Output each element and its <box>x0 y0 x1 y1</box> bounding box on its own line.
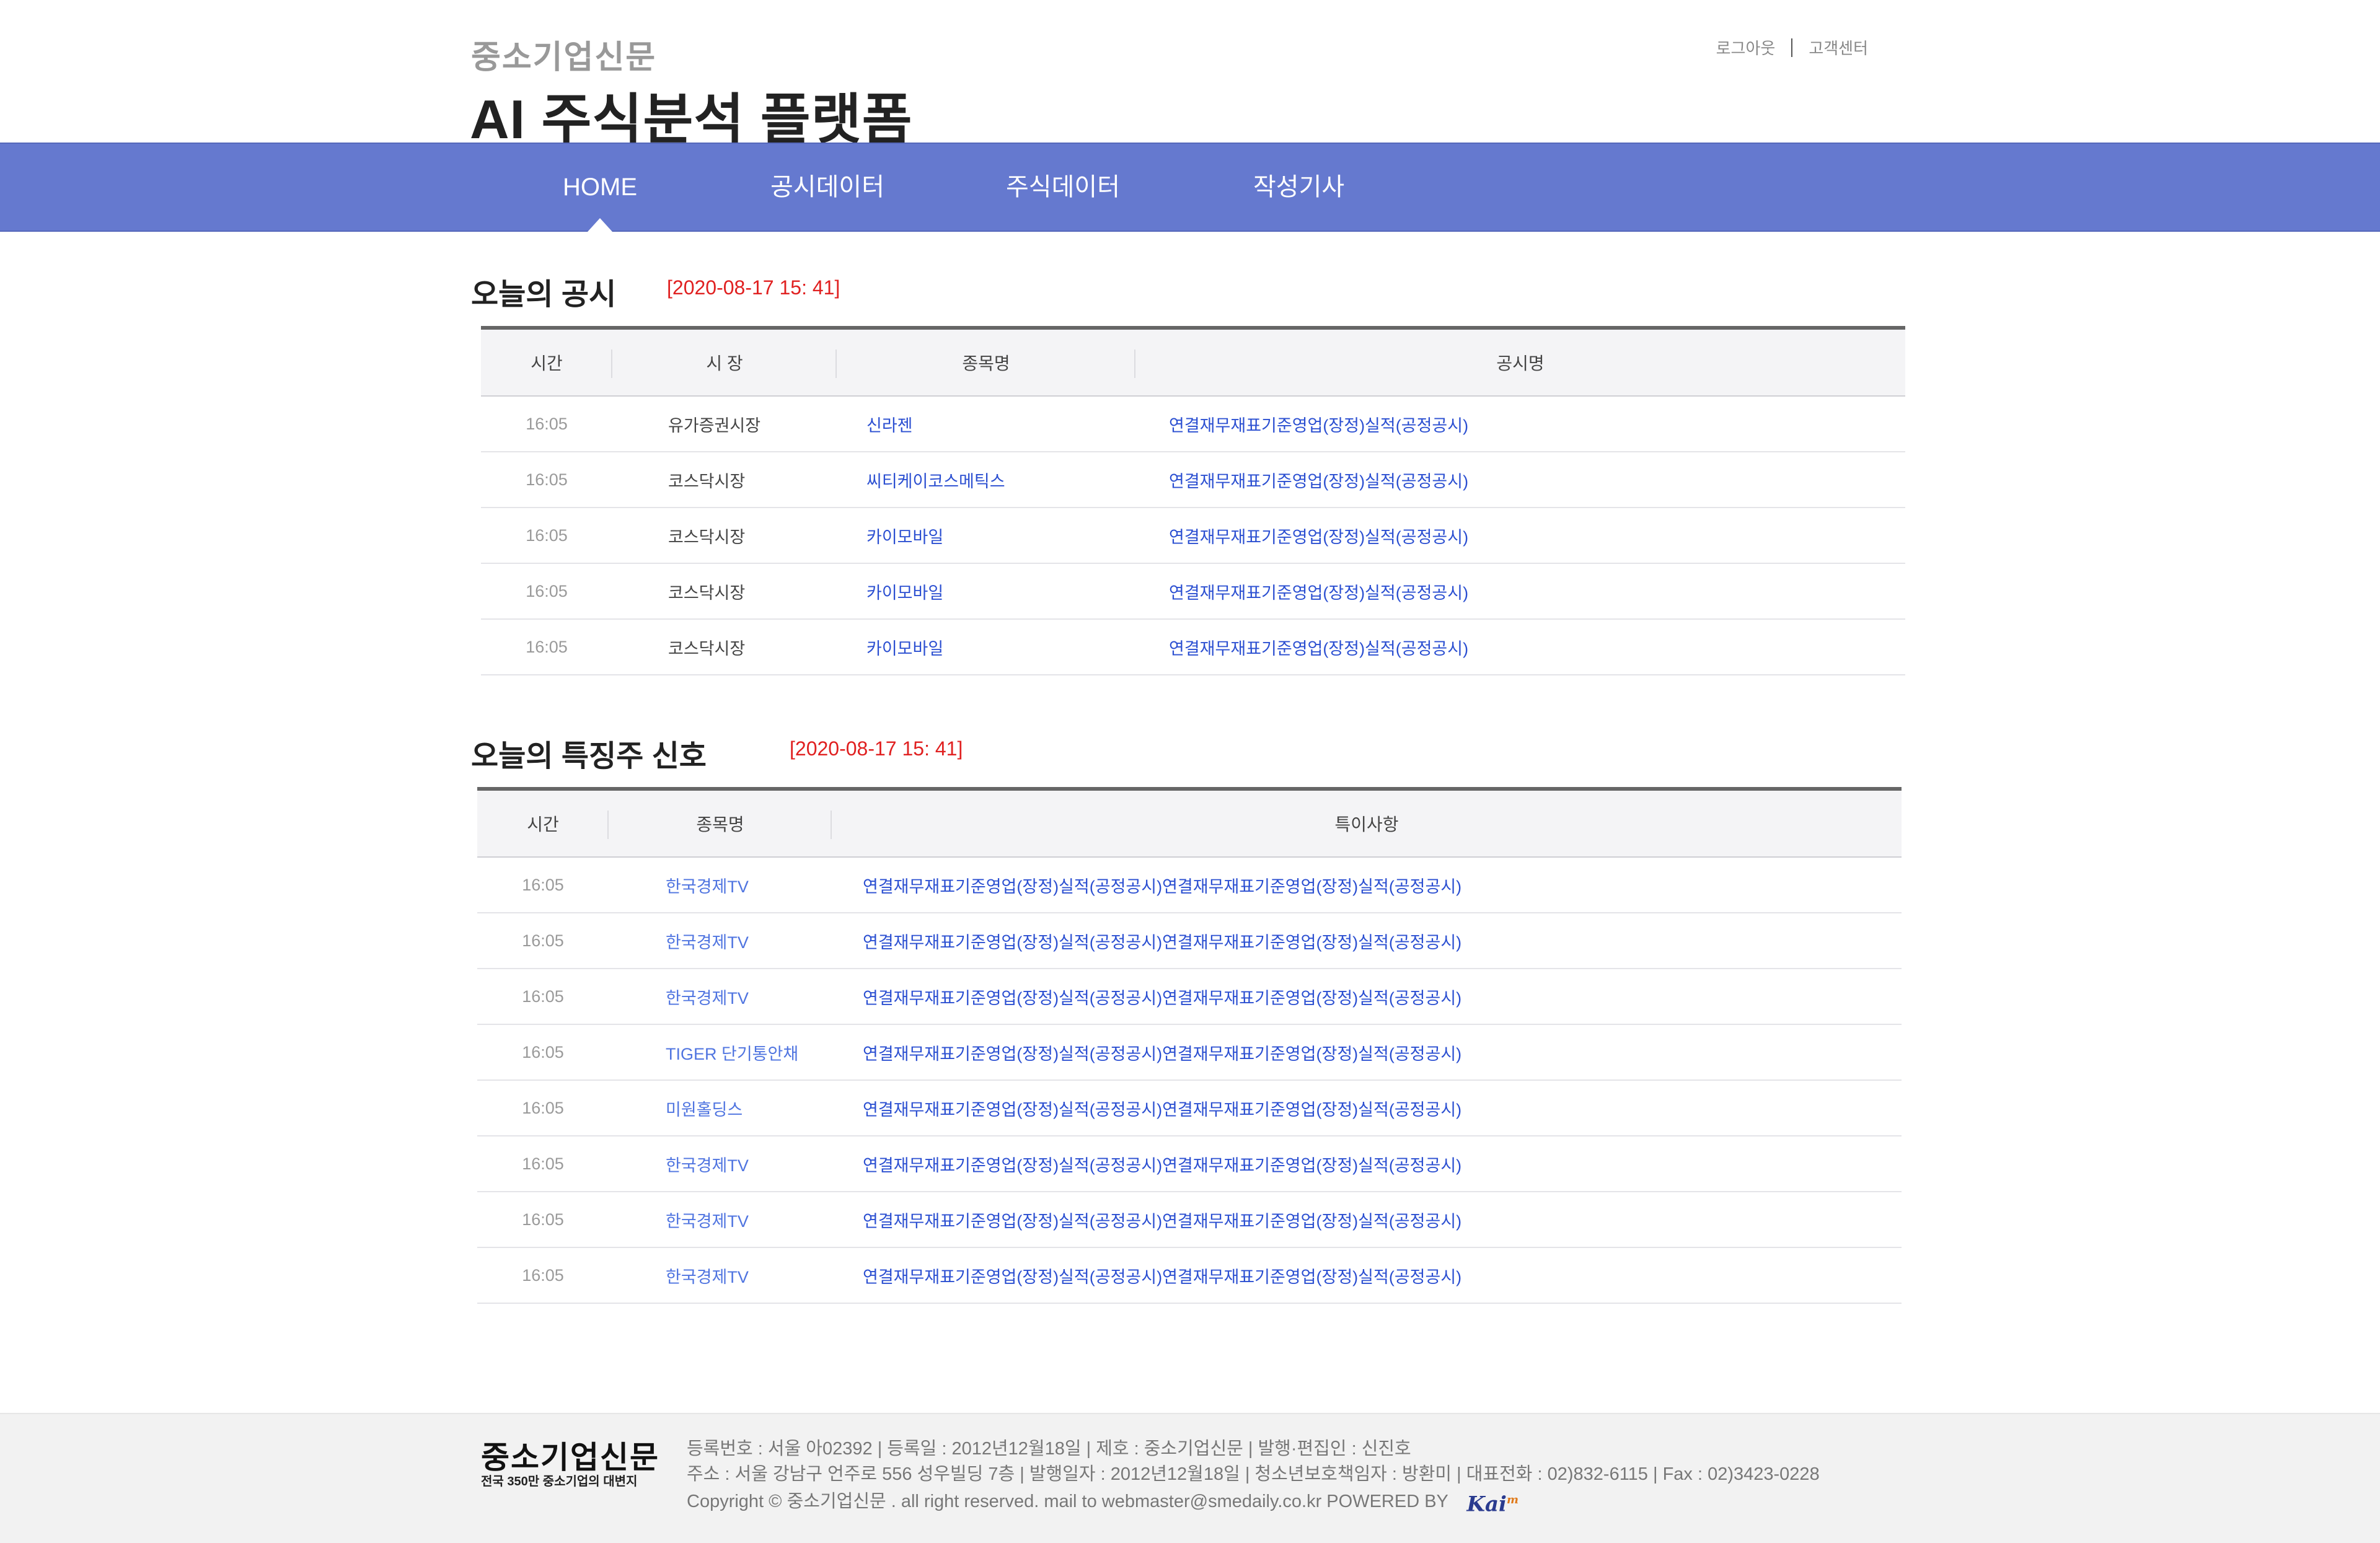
footer-tagline: 전국 350만 중소기업의 대변지 <box>481 1475 638 1488</box>
cell-note[interactable]: 연결재무재표기준영업(장정)실적(공정공시)연결재무재표기준영업(장정)실적(공… <box>832 1024 1902 1081</box>
cell-note[interactable]: 연결재무재표기준영업(장정)실적(공정공시)연결재무재표기준영업(장정)실적(공… <box>832 969 1902 1025</box>
footer-copyright: Copyright © 중소기업신문 . all right reserved.… <box>687 1487 1820 1517</box>
table-row[interactable]: 16:05 코스닥시장 카이모바일 연결재무재표기준영업(장정)실적(공정공시) <box>481 563 1905 620</box>
cell-market: 코스닥시장 <box>612 508 837 564</box>
table-header-row: 시간 종목명 특이사항 <box>477 789 1902 858</box>
cell-time: 16:05 <box>481 508 612 564</box>
cell-time: 16:05 <box>477 857 609 913</box>
table-row[interactable]: 16:05 한국경제TV 연결재무재표기준영업(장정)실적(공정공시)연결재무재… <box>477 913 1902 969</box>
cell-stock-name[interactable]: 한국경제TV <box>609 913 832 969</box>
cell-note[interactable]: 연결재무재표기준영업(장정)실적(공정공시)연결재무재표기준영업(장정)실적(공… <box>832 913 1902 969</box>
cell-disclosure[interactable]: 연결재무재표기준영업(장정)실적(공정공시) <box>1135 396 1905 452</box>
cell-stock-name[interactable]: 한국경제TV <box>609 1136 832 1192</box>
footer: 중소기업신문 전국 350만 중소기업의 대변지 등록번호 : 서울 아0239… <box>0 1413 2380 1543</box>
cell-stock-name[interactable]: 카이모바일 <box>837 563 1135 620</box>
cell-time: 16:05 <box>481 452 612 508</box>
footer-address: 주소 : 서울 강남구 언주로 556 성우빌딩 7층 | 발행일자 : 201… <box>687 1464 1820 1484</box>
cell-time: 16:05 <box>477 1192 609 1248</box>
cell-note[interactable]: 연결재무재표기준영업(장정)실적(공정공시)연결재무재표기준영업(장정)실적(공… <box>832 857 1902 913</box>
table-row[interactable]: 16:05 한국경제TV 연결재무재표기준영업(장정)실적(공정공시)연결재무재… <box>477 857 1902 913</box>
footer-registration: 등록번호 : 서울 아02392 | 등록일 : 2012년12월18일 | 제… <box>687 1439 1411 1459</box>
cell-time: 16:05 <box>477 1136 609 1192</box>
cell-time: 16:05 <box>477 1247 609 1304</box>
column-header: 공시명 <box>1135 328 1905 397</box>
cell-stock-name[interactable]: 카이모바일 <box>837 619 1135 675</box>
logout-link[interactable]: 로그아웃 <box>1716 36 1776 59</box>
divider <box>1791 38 1793 57</box>
signals-timestamp: [2020-08-17 15: 41] <box>790 737 963 760</box>
nav-item-home[interactable]: HOME <box>563 144 637 232</box>
cell-stock-name[interactable]: 한국경제TV <box>609 1247 832 1304</box>
table-row[interactable]: 16:05 한국경제TV 연결재무재표기준영업(장정)실적(공정공시)연결재무재… <box>477 1247 1902 1304</box>
cell-time: 16:05 <box>477 1080 609 1136</box>
cell-stock-name[interactable]: 씨티케이코스메틱스 <box>837 452 1135 508</box>
cell-note[interactable]: 연결재무재표기준영업(장정)실적(공정공시)연결재무재표기준영업(장정)실적(공… <box>832 1136 1902 1192</box>
column-header: 종목명 <box>837 328 1135 397</box>
signals-table: 시간 종목명 특이사항 16:05 한국경제TV 연결재무재표기준영업(장정)실… <box>477 787 1902 1304</box>
disclosures-title: 오늘의 공시 <box>471 278 617 311</box>
disclosures-timestamp: [2020-08-17 15: 41] <box>667 276 840 299</box>
cell-market: 코스닥시장 <box>612 452 837 508</box>
cell-time: 16:05 <box>477 1024 609 1081</box>
cell-stock-name[interactable]: 신라젠 <box>837 396 1135 452</box>
table-row[interactable]: 16:05 한국경제TV 연결재무재표기준영업(장정)실적(공정공시)연결재무재… <box>477 969 1902 1025</box>
column-header: 특이사항 <box>832 789 1902 858</box>
table-row[interactable]: 16:05 TIGER 단기통안채 연결재무재표기준영업(장정)실적(공정공시)… <box>477 1024 1902 1081</box>
brand-small: 중소기업신문 <box>471 40 657 76</box>
main-nav: HOME 공시데이터 주식데이터 작성기사 <box>0 143 2380 232</box>
table-row[interactable]: 16:05 한국경제TV 연결재무재표기준영업(장정)실적(공정공시)연결재무재… <box>477 1192 1902 1248</box>
table-row[interactable]: 16:05 한국경제TV 연결재무재표기준영업(장정)실적(공정공시)연결재무재… <box>477 1136 1902 1192</box>
cell-stock-name[interactable]: 한국경제TV <box>609 857 832 913</box>
nav-item-stock-data[interactable]: 주식데이터 <box>1006 144 1120 231</box>
copyright-text: Copyright © 중소기업신문 . all right reserved.… <box>687 1491 1448 1511</box>
cell-disclosure[interactable]: 연결재무재표기준영업(장정)실적(공정공시) <box>1135 508 1905 564</box>
disclosures-table: 시간 시 장 종목명 공시명 16:05 유가증권시장 신라젠 연결재무재표기준… <box>481 326 1905 675</box>
cell-note[interactable]: 연결재무재표기준영업(장정)실적(공정공시)연결재무재표기준영업(장정)실적(공… <box>832 1192 1902 1248</box>
cell-disclosure[interactable]: 연결재무재표기준영업(장정)실적(공정공시) <box>1135 563 1905 620</box>
cell-market: 유가증권시장 <box>612 396 837 452</box>
cell-time: 16:05 <box>481 396 612 452</box>
kai-logo-mark: m <box>1506 1493 1518 1506</box>
table-row[interactable]: 16:05 유가증권시장 신라젠 연결재무재표기준영업(장정)실적(공정공시) <box>481 396 1905 452</box>
utility-links: 로그아웃 고객센터 <box>1716 36 1868 59</box>
table-row[interactable]: 16:05 코스닥시장 씨티케이코스메틱스 연결재무재표기준영업(장정)실적(공… <box>481 452 1905 508</box>
cell-time: 16:05 <box>477 913 609 969</box>
table-row[interactable]: 16:05 코스닥시장 카이모바일 연결재무재표기준영업(장정)실적(공정공시) <box>481 619 1905 675</box>
cell-disclosure[interactable]: 연결재무재표기준영업(장정)실적(공정공시) <box>1135 452 1905 508</box>
support-link[interactable]: 고객센터 <box>1809 36 1868 59</box>
nav-item-disclosure-data[interactable]: 공시데이터 <box>770 144 884 231</box>
cell-disclosure[interactable]: 연결재무재표기준영업(장정)실적(공정공시) <box>1135 619 1905 675</box>
cell-stock-name[interactable]: 미원홀딩스 <box>609 1080 832 1136</box>
footer-info: 등록번호 : 서울 아02392 | 등록일 : 2012년12월18일 | 제… <box>687 1436 1820 1517</box>
column-header: 시간 <box>481 328 612 397</box>
column-header: 시 장 <box>612 328 837 397</box>
cell-note[interactable]: 연결재무재표기준영업(장정)실적(공정공시)연결재무재표기준영업(장정)실적(공… <box>832 1080 1902 1136</box>
cell-stock-name[interactable]: 카이모바일 <box>837 508 1135 564</box>
cell-stock-name[interactable]: 한국경제TV <box>609 1192 832 1248</box>
column-header: 종목명 <box>609 789 832 858</box>
column-header: 시간 <box>477 789 609 858</box>
cell-market: 코스닥시장 <box>612 563 837 620</box>
signals-title: 오늘의 특징주 신호 <box>471 740 707 773</box>
kai-logo: Kaim <box>1466 1487 1518 1517</box>
cell-stock-name[interactable]: 한국경제TV <box>609 969 832 1025</box>
cell-time: 16:05 <box>481 563 612 620</box>
cell-market: 코스닥시장 <box>612 619 837 675</box>
cell-time: 16:05 <box>481 619 612 675</box>
cell-note[interactable]: 연결재무재표기준영업(장정)실적(공정공시)연결재무재표기준영업(장정)실적(공… <box>832 1247 1902 1304</box>
nav-item-articles[interactable]: 작성기사 <box>1253 144 1344 231</box>
table-header-row: 시간 시 장 종목명 공시명 <box>481 328 1905 397</box>
table-row[interactable]: 16:05 코스닥시장 카이모바일 연결재무재표기준영업(장정)실적(공정공시) <box>481 508 1905 564</box>
table-row[interactable]: 16:05 미원홀딩스 연결재무재표기준영업(장정)실적(공정공시)연결재무재표… <box>477 1080 1902 1136</box>
cell-time: 16:05 <box>477 969 609 1025</box>
kai-logo-text: Kai <box>1466 1492 1507 1517</box>
cell-stock-name[interactable]: TIGER 단기통안채 <box>609 1024 832 1081</box>
